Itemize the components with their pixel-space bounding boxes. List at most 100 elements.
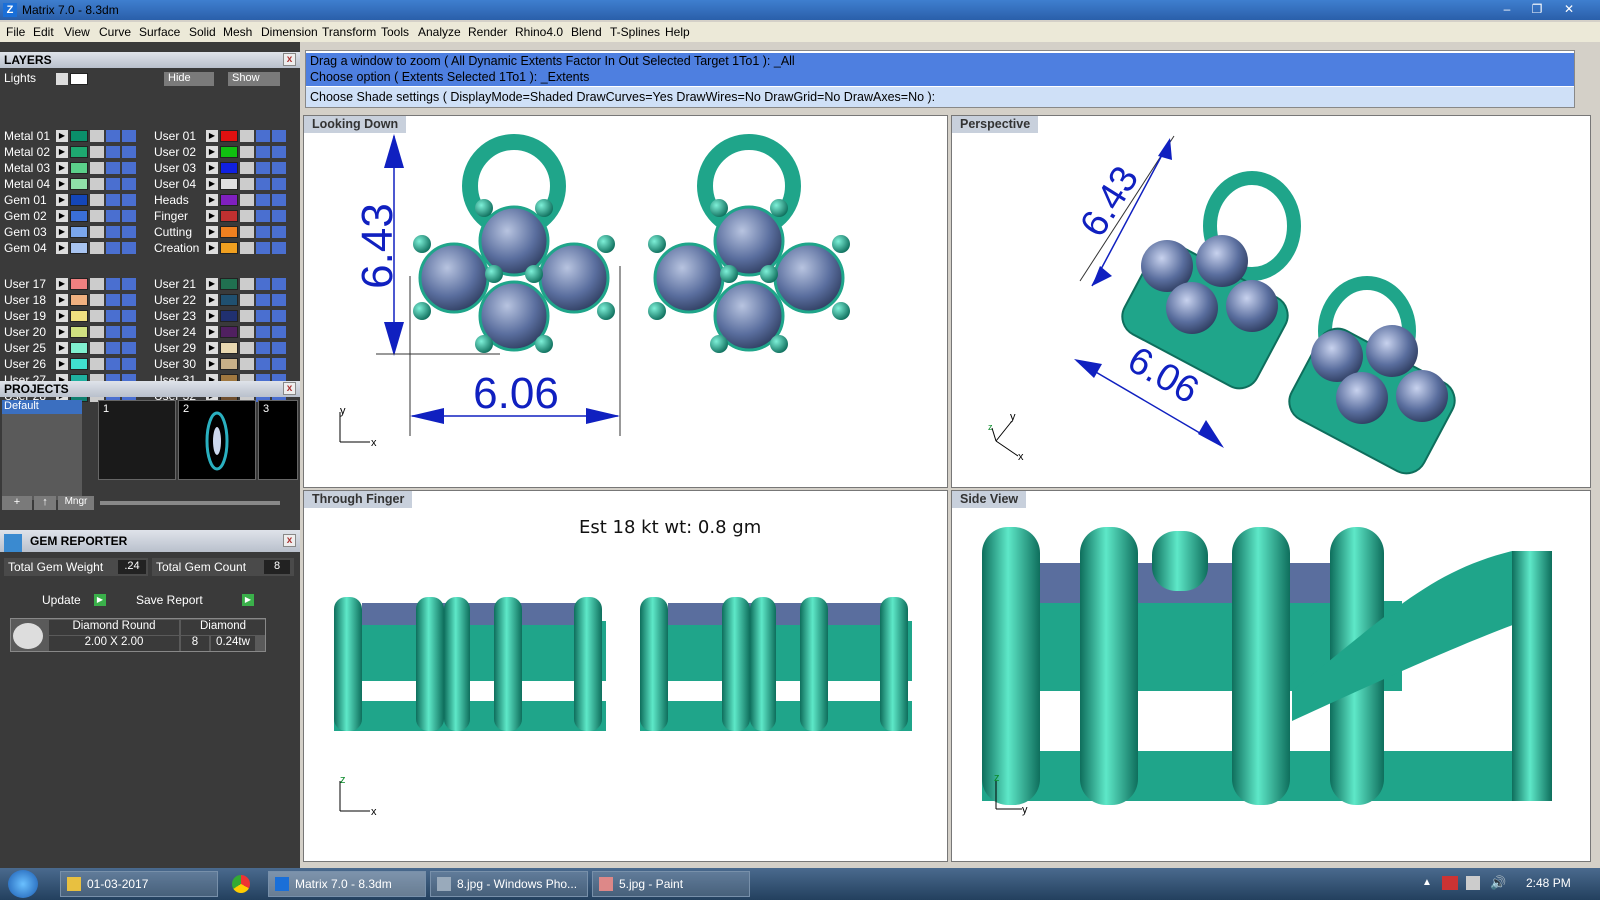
lock-icon[interactable] <box>240 278 254 290</box>
menu-blend[interactable]: Blend <box>571 25 602 39</box>
visibility-icon[interactable] <box>256 310 270 322</box>
flag-icon[interactable] <box>1442 876 1458 890</box>
project-default[interactable]: Default <box>2 400 82 414</box>
visibility-icon[interactable] <box>256 210 270 222</box>
play-icon[interactable]: ▶ <box>206 310 218 322</box>
layer-toggle-icon[interactable] <box>272 178 286 190</box>
layer-row[interactable]: Heads ▶ <box>150 192 292 208</box>
play-icon[interactable]: ▶ <box>56 178 68 190</box>
lights-arrow-icon[interactable] <box>56 73 68 85</box>
visibility-icon[interactable] <box>256 278 270 290</box>
layer-row[interactable]: Gem 04 ▶ <box>0 240 142 256</box>
layer-toggle-icon[interactable] <box>272 310 286 322</box>
layer-toggle-icon[interactable] <box>122 226 136 238</box>
menu-surface[interactable]: Surface <box>139 25 180 39</box>
layer-color-swatch[interactable] <box>220 146 238 158</box>
layer-row[interactable]: User 22 ▶ <box>150 292 292 308</box>
layer-color-swatch[interactable] <box>70 358 88 370</box>
menu-mesh[interactable]: Mesh <box>223 25 252 39</box>
lock-icon[interactable] <box>90 310 104 322</box>
gem-report-row[interactable]: Diamond Round 2.00 X 2.00 Diamond 8 0.24… <box>10 618 266 652</box>
layer-toggle-icon[interactable] <box>272 342 286 354</box>
up-arrow-icon[interactable]: ↑ <box>34 496 56 510</box>
layer-row[interactable]: User 24 ▶ <box>150 324 292 340</box>
lock-icon[interactable] <box>240 358 254 370</box>
visibility-icon[interactable] <box>256 178 270 190</box>
lock-icon[interactable] <box>240 210 254 222</box>
lock-icon[interactable] <box>90 358 104 370</box>
layer-toggle-icon[interactable] <box>122 278 136 290</box>
visibility-icon[interactable] <box>256 146 270 158</box>
menu-edit[interactable]: Edit <box>33 25 54 39</box>
layer-row[interactable]: Metal 02 ▶ <box>0 144 142 160</box>
play-icon[interactable]: ▶ <box>56 358 68 370</box>
layer-toggle-icon[interactable] <box>272 326 286 338</box>
visibility-icon[interactable] <box>106 146 120 158</box>
play-icon[interactable]: ▶ <box>206 278 218 290</box>
layer-row[interactable]: Creation ▶ <box>150 240 292 256</box>
layer-toggle-icon[interactable] <box>122 358 136 370</box>
layer-color-swatch[interactable] <box>70 326 88 338</box>
lock-icon[interactable] <box>240 242 254 254</box>
layer-toggle-icon[interactable] <box>122 310 136 322</box>
taskbar-item-paint[interactable]: 5.jpg - Paint <box>592 871 750 897</box>
layer-row[interactable]: User 30 ▶ <box>150 356 292 372</box>
layer-toggle-icon[interactable] <box>122 162 136 174</box>
lock-icon[interactable] <box>240 226 254 238</box>
layer-color-swatch[interactable] <box>220 210 238 222</box>
layer-row[interactable]: User 29 ▶ <box>150 340 292 356</box>
visibility-icon[interactable] <box>256 242 270 254</box>
visibility-icon[interactable] <box>106 294 120 306</box>
visibility-icon[interactable] <box>256 358 270 370</box>
layer-color-swatch[interactable] <box>220 242 238 254</box>
layer-row[interactable]: User 23 ▶ <box>150 308 292 324</box>
layer-color-swatch[interactable] <box>70 210 88 222</box>
visibility-icon[interactable] <box>256 194 270 206</box>
layer-toggle-icon[interactable] <box>122 210 136 222</box>
layer-toggle-icon[interactable] <box>272 210 286 222</box>
menu-transform[interactable]: Transform <box>322 25 376 39</box>
layer-color-swatch[interactable] <box>70 294 88 306</box>
play-icon[interactable]: ▶ <box>56 194 68 206</box>
lock-icon[interactable] <box>90 178 104 190</box>
lock-icon[interactable] <box>240 130 254 142</box>
project-slot-1[interactable]: 1 <box>98 400 176 480</box>
lock-icon[interactable] <box>90 226 104 238</box>
layer-toggle-icon[interactable] <box>272 162 286 174</box>
layer-toggle-icon[interactable] <box>272 278 286 290</box>
lock-icon[interactable] <box>240 178 254 190</box>
layer-color-swatch[interactable] <box>70 146 88 158</box>
lock-icon[interactable] <box>240 326 254 338</box>
layer-row[interactable]: User 01 ▶ <box>150 128 292 144</box>
visibility-icon[interactable] <box>106 310 120 322</box>
show-button[interactable]: Show <box>228 72 280 86</box>
restore-button[interactable]: ❐ <box>1524 1 1550 18</box>
layer-toggle-icon[interactable] <box>122 194 136 206</box>
play-icon[interactable]: ▶ <box>206 146 218 158</box>
play-icon[interactable]: ▶ <box>56 242 68 254</box>
lock-icon[interactable] <box>90 278 104 290</box>
play-icon[interactable]: ▶ <box>56 146 68 158</box>
layer-toggle-icon[interactable] <box>272 194 286 206</box>
layer-row[interactable]: User 04 ▶ <box>150 176 292 192</box>
manager-button[interactable]: Mngr <box>58 496 94 510</box>
taskbar-item-matrix[interactable]: Matrix 7.0 - 8.3dm <box>268 871 426 897</box>
save-report-button[interactable]: Save Report <box>136 593 203 607</box>
layer-row[interactable]: User 19 ▶ <box>0 308 142 324</box>
layer-row[interactable]: Gem 01 ▶ <box>0 192 142 208</box>
lock-icon[interactable] <box>90 146 104 158</box>
menu-view[interactable]: View <box>64 25 90 39</box>
play-icon[interactable]: ▶ <box>206 326 218 338</box>
layer-color-swatch[interactable] <box>220 194 238 206</box>
play-icon[interactable]: ▶ <box>56 226 68 238</box>
visibility-icon[interactable] <box>106 194 120 206</box>
layer-color-swatch[interactable] <box>70 226 88 238</box>
layer-row[interactable]: User 25 ▶ <box>0 340 142 356</box>
layer-row[interactable]: User 03 ▶ <box>150 160 292 176</box>
close-icon[interactable]: x <box>283 53 296 66</box>
menu-rhino[interactable]: Rhino4.0 <box>515 25 563 39</box>
play-icon[interactable]: ▶ <box>206 342 218 354</box>
visibility-icon[interactable] <box>106 242 120 254</box>
layer-toggle-icon[interactable] <box>122 130 136 142</box>
add-project-button[interactable]: + <box>2 496 32 510</box>
